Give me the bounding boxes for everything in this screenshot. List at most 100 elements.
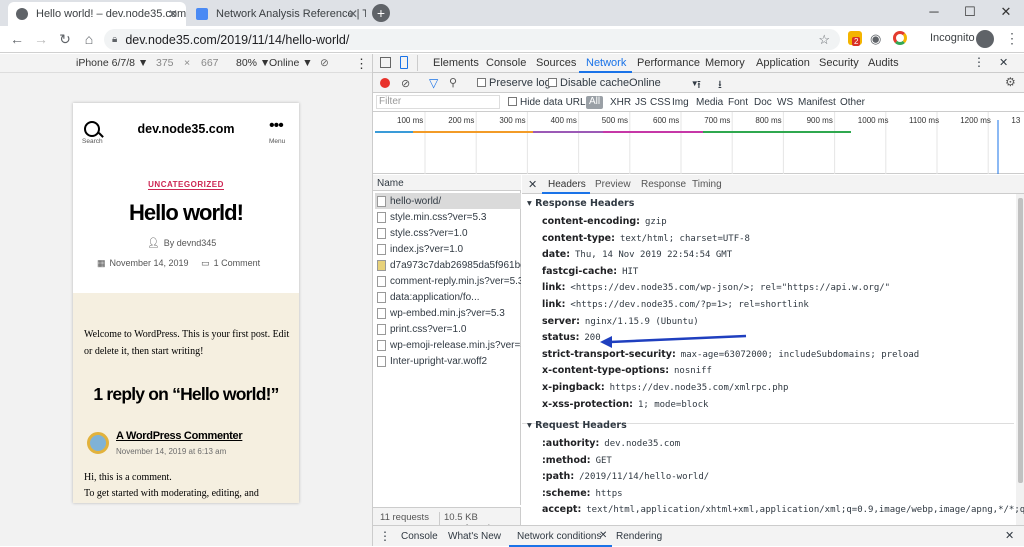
menu-icon[interactable]: ••• [269,118,284,134]
request-row[interactable]: d7a973c7dab26985da5f961be... [375,257,521,273]
close-drawer-icon[interactable]: ✕ [1005,529,1014,542]
forward-icon[interactable]: → [32,30,50,48]
request-row[interactable]: style.min.css?ver=5.3 [375,209,521,225]
chrome-extension-icon[interactable] [893,31,907,45]
bookmark-star-icon[interactable]: ☆ [818,32,830,48]
author-link[interactable]: By devnd345 [164,238,217,248]
close-window-button[interactable]: ✕ [988,0,1024,24]
tab-application[interactable]: Application [756,57,810,69]
record-icon[interactable] [380,78,390,88]
request-headers-section[interactable]: ▾ Request Headers [527,420,627,431]
type-filter-other[interactable]: Other [840,97,865,108]
drawer-tab-console[interactable]: Console [401,531,438,542]
zoom-select[interactable]: 80% ▼ [236,57,270,69]
back-icon[interactable]: ← [8,30,26,48]
tab-performance[interactable]: Performance [637,57,700,69]
device-menu-icon[interactable]: ⋮ [355,56,368,72]
menu-label[interactable]: Menu [269,138,285,145]
close-drawer-tab-icon[interactable]: ✕ [599,530,607,541]
request-row[interactable]: comment-reply.min.js?ver=5.3 [375,273,521,289]
device-height[interactable]: 667 [201,57,219,69]
extension-icon[interactable]: 2 [848,31,862,46]
device-select[interactable]: iPhone 6/7/8 ▼ [76,57,148,69]
headers-scrollbar[interactable] [1016,194,1024,525]
tab-network[interactable]: Network [586,57,626,69]
request-row[interactable]: hello-world/ [375,193,521,209]
detail-tab-timing[interactable]: Timing [692,179,722,190]
type-filter-js[interactable]: JS [635,97,647,108]
detail-tab-preview[interactable]: Preview [595,179,631,190]
type-filter-manifest[interactable]: Manifest [798,97,836,108]
detail-tab-response[interactable]: Response [641,179,686,190]
request-row[interactable]: wp-emoji-release.min.js?ver=5.3 [375,337,521,353]
tab-audits[interactable]: Audits [868,57,899,69]
request-row[interactable]: Inter-upright-var.woff2 [375,353,521,369]
disable-cache-checkbox[interactable]: Disable cache [548,77,629,89]
scrollbar-thumb[interactable] [1018,198,1023,483]
chrome-menu-icon[interactable]: ⋮ [1005,30,1019,47]
eye-icon[interactable]: ◉ [870,31,881,47]
timeline-overview[interactable]: 100 ms 200 ms 300 ms 400 ms 500 ms 600 ms 700 … [373,112,1024,174]
browser-tab[interactable]: Network Analysis Reference | To ✕ [188,2,366,26]
category-link[interactable]: UNCATEGORIZED [148,180,224,190]
network-settings-icon[interactable]: ⚙ [1005,75,1016,89]
site-title[interactable]: dev.node35.com [73,122,299,136]
timeline-tick-label: 1200 ms [960,116,991,125]
type-filter-xhr[interactable]: XHR [610,97,631,108]
search-label[interactable]: Search [82,138,103,145]
search-icon[interactable]: ⚲ [449,76,457,89]
close-devtools-icon[interactable]: ✕ [999,56,1008,69]
drawer-menu-icon[interactable]: ⋮ [379,529,391,543]
response-headers-section[interactable]: ▾ Response Headers [527,198,634,209]
type-filter-img[interactable]: Img [672,97,689,108]
filter-icon[interactable]: ▽ [429,76,438,90]
name-column-header[interactable]: Name [373,175,521,191]
drawer-tab-whats-new[interactable]: What's New [448,531,501,542]
request-row[interactable]: print.css?ver=1.0 [375,321,521,337]
new-tab-button[interactable]: + [372,4,390,22]
rotate-icon[interactable]: ⊘ [320,57,329,69]
close-tab-icon[interactable]: ✕ [168,7,178,21]
tab-memory[interactable]: Memory [705,57,745,69]
preserve-log-checkbox[interactable]: Preserve log [477,77,551,89]
devtools-menu-icon[interactable]: ⋮ [973,55,985,69]
type-filter-all[interactable]: All [586,96,604,109]
type-filter-ws[interactable]: WS [777,97,793,108]
type-filter-doc[interactable]: Doc [754,97,772,108]
type-filter-font[interactable]: Font [728,97,748,108]
post-date[interactable]: November 14, 2019 [110,258,189,268]
reload-icon[interactable]: ↻ [56,30,74,48]
tab-console[interactable]: Console [486,57,526,69]
browser-tab-active[interactable]: Hello world! – dev.node35.com ✕ [8,2,186,26]
hide-data-urls-checkbox[interactable]: Hide data URLs [508,97,591,108]
comments-link[interactable]: 1 Comment [214,258,261,268]
request-row[interactable]: wp-embed.min.js?ver=5.3 [375,305,521,321]
type-filter-css[interactable]: CSS [650,97,671,108]
tab-elements[interactable]: Elements [433,57,479,69]
tab-security[interactable]: Security [819,57,859,69]
request-row[interactable]: style.css?ver=1.0 [375,225,521,241]
maximize-button[interactable]: ☐ [952,0,988,24]
request-row[interactable]: index.js?ver=1.0 [375,241,521,257]
minimize-button[interactable]: ─ [916,0,952,24]
close-tab-icon[interactable]: ✕ [348,7,358,21]
filter-input[interactable]: Filter [376,95,500,109]
commenter-name[interactable]: A WordPress Commenter [116,430,243,442]
close-detail-icon[interactable]: ✕ [528,178,537,191]
device-width[interactable]: 375 [156,57,174,69]
throttle-select[interactable]: Online ▼ [269,57,313,69]
drawer-tab-rendering[interactable]: Rendering [616,531,662,542]
comment-date[interactable]: November 14, 2019 at 6:13 am [116,447,226,456]
tab-sources[interactable]: Sources [536,57,576,69]
inspect-icon[interactable] [380,57,391,68]
home-icon[interactable]: ⌂ [80,30,98,48]
clear-icon[interactable]: ⊘ [401,77,410,90]
type-filter-media[interactable]: Media [696,97,723,108]
throttle-dropdown[interactable]: Online ▼ [629,77,699,89]
address-bar[interactable]: 🔒︎ dev.node35.com/2019/11/14/hello-world… [104,29,840,50]
device-toggle-icon[interactable] [400,56,408,69]
request-row[interactable]: data:application/fo... [375,289,521,305]
drawer-tab-network-conditions[interactable]: Network conditions [517,531,601,542]
detail-tab-headers[interactable]: Headers [548,179,586,190]
incognito-icon[interactable] [976,30,994,48]
